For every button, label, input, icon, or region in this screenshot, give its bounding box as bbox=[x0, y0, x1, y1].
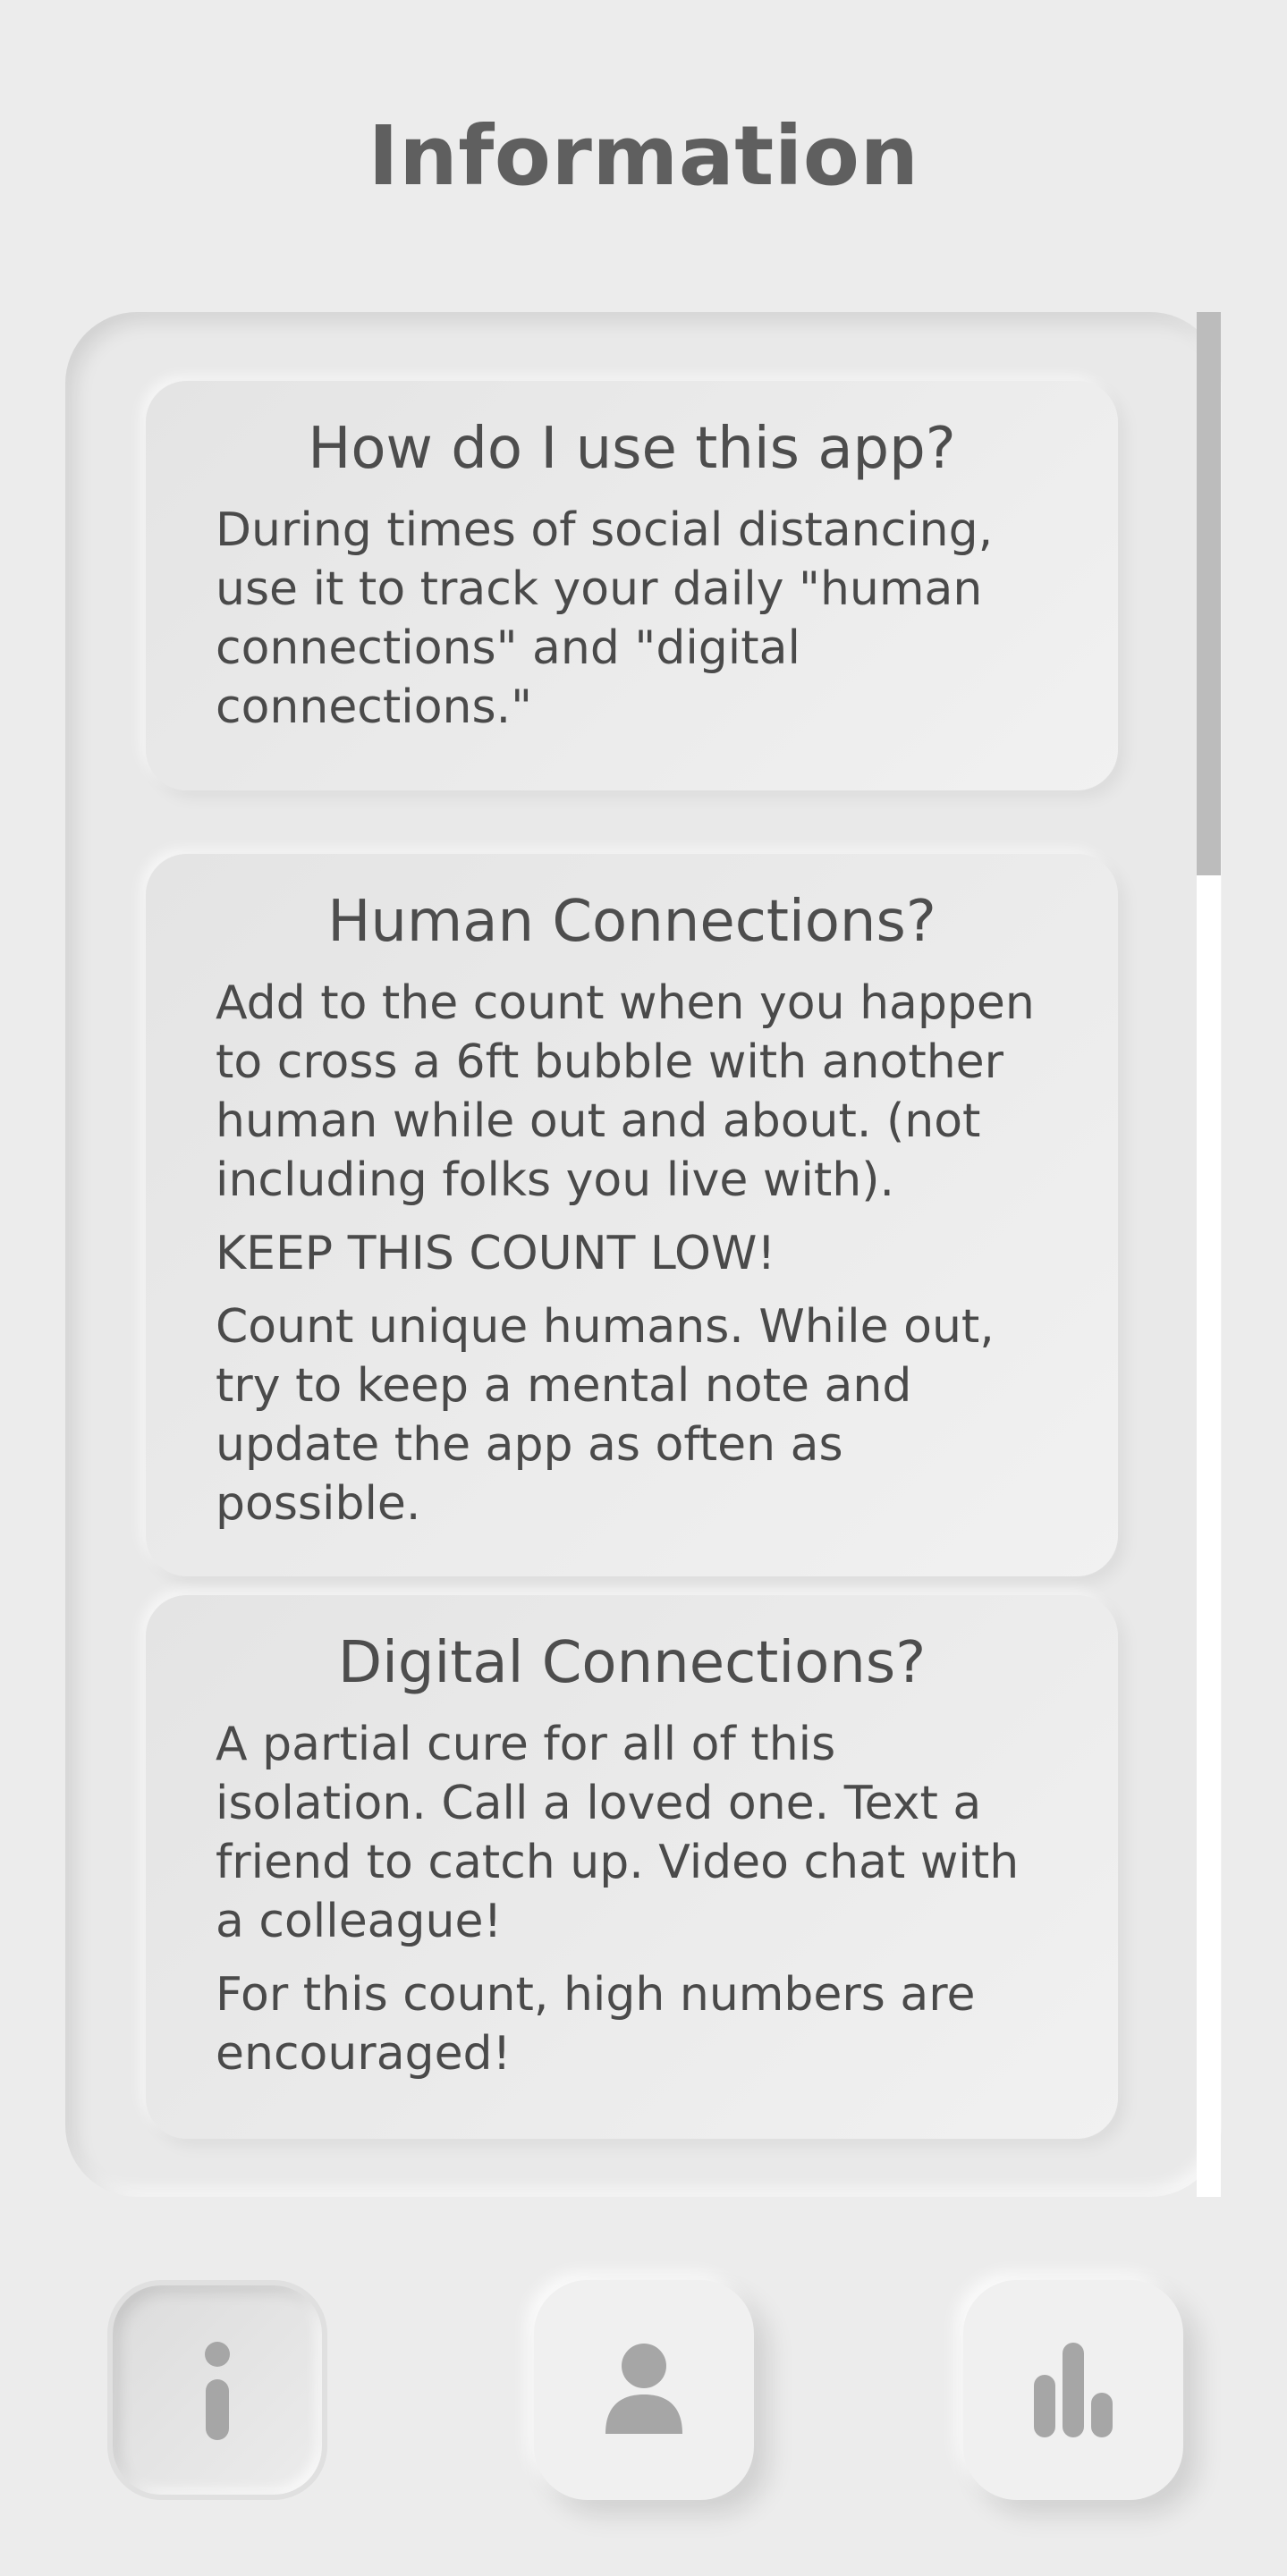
card-paragraph: Add to the count when you happen to cros… bbox=[216, 976, 1035, 1207]
page-title: Information bbox=[368, 108, 919, 204]
info-card-human-connections: Human Connections? Add to the count when… bbox=[146, 854, 1118, 1576]
nav-profile-button[interactable] bbox=[534, 2280, 754, 2500]
info-card-how-to-use: How do I use this app? During times of s… bbox=[146, 381, 1118, 790]
card-paragraph: KEEP THIS COUNT LOW! bbox=[216, 1227, 776, 1280]
card-heading: How do I use this app? bbox=[308, 416, 956, 482]
card-paragraph: A partial cure for all of this isolation… bbox=[216, 1718, 1020, 1948]
scrollbar-thumb[interactable] bbox=[1197, 312, 1221, 875]
card-paragraph: During times of social distancing, use i… bbox=[216, 503, 994, 734]
bar-chart-icon bbox=[1034, 2343, 1113, 2437]
info-scroll-panel[interactable]: How do I use this app? During times of s… bbox=[65, 312, 1222, 2197]
card-paragraph: For this count, high numbers are encoura… bbox=[216, 1968, 976, 2081]
card-heading: Human Connections? bbox=[327, 889, 936, 955]
nav-stats-button[interactable] bbox=[963, 2280, 1183, 2500]
nav-info-button[interactable] bbox=[107, 2280, 327, 2500]
information-screen: Information How do I use this app? Durin… bbox=[0, 0, 1287, 2576]
info-icon bbox=[205, 2342, 230, 2440]
info-card-digital-connections: Digital Connections? A partial cure for … bbox=[146, 1595, 1118, 2139]
card-paragraph: Count unique humans. While out, try to k… bbox=[216, 1300, 995, 1531]
person-icon bbox=[605, 2344, 682, 2434]
card-heading: Digital Connections? bbox=[337, 1630, 927, 1696]
